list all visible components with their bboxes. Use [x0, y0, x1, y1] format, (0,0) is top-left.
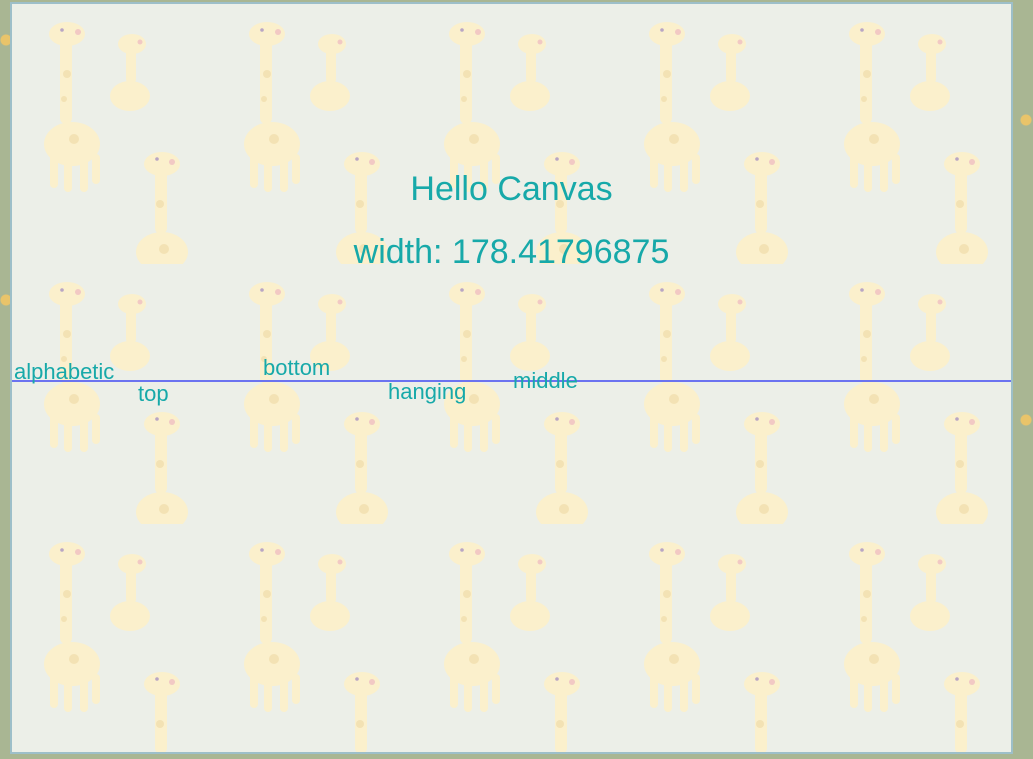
- label-middle: middle: [513, 368, 578, 393]
- page: Hello Canvas width: 178.41796875 alphabe…: [0, 0, 1033, 759]
- label-bottom: bottom: [263, 355, 331, 380]
- canvas-title-text: Hello Canvas: [410, 170, 613, 208]
- label-hanging: hanging: [388, 379, 467, 404]
- label-top: top: [138, 381, 169, 406]
- label-alphabetic: alphabetic: [14, 359, 115, 384]
- measured-width-text: width: 178.41796875: [353, 233, 670, 271]
- canvas-element[interactable]: Hello Canvas width: 178.41796875 alphabe…: [10, 2, 1013, 754]
